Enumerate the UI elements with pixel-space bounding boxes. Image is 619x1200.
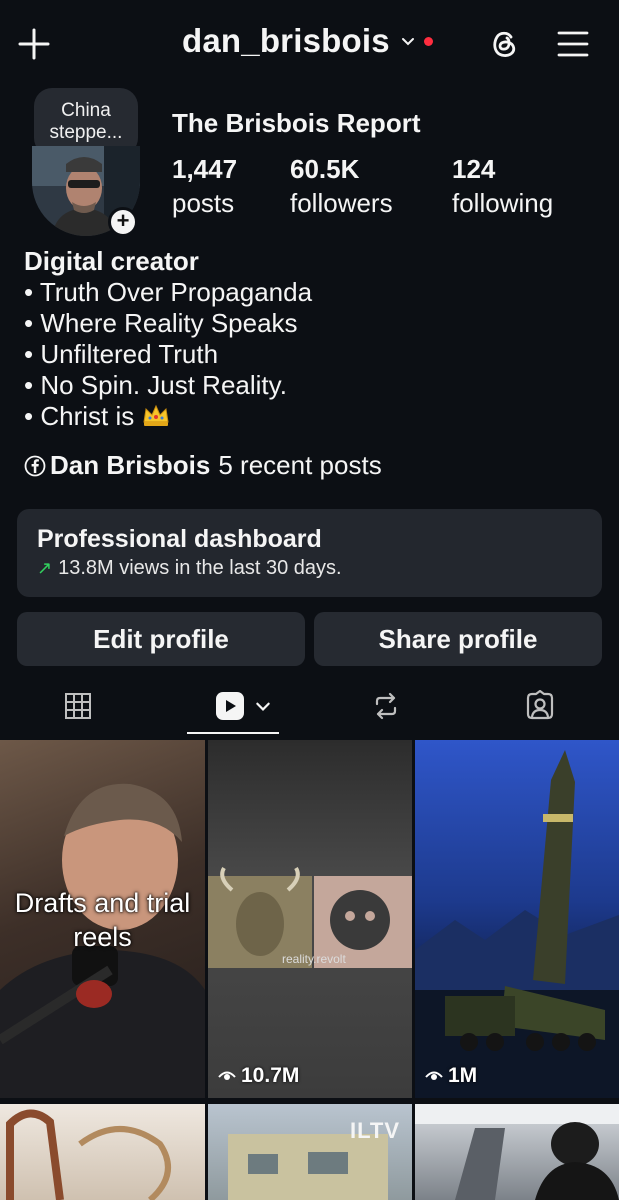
view-count-value: 10.7M <box>241 1064 300 1087</box>
tagged-icon <box>526 690 554 720</box>
facebook-link[interactable]: Dan Brisbois 5 recent posts <box>24 450 382 481</box>
bio-line: • Truth Over Propaganda <box>24 277 313 307</box>
reel-tile[interactable] <box>415 1104 619 1200</box>
stat-posts[interactable]: 1,447 posts <box>172 152 237 220</box>
reel-thumbnail <box>6 1109 171 1200</box>
stat-following-value: 124 <box>452 154 496 184</box>
reel-thumbnail <box>415 750 619 1098</box>
stat-following-label: following <box>452 188 554 218</box>
tab-grid[interactable] <box>50 684 106 728</box>
bio-line-last: • Christ is <box>24 401 312 432</box>
profile-username[interactable]: dan_brisbois <box>182 22 390 60</box>
reel-tile[interactable]: 1M <box>415 740 619 1098</box>
crown-emoji-icon <box>143 404 170 426</box>
notification-dot <box>423 36 433 46</box>
reel-tile[interactable] <box>0 1104 205 1200</box>
dashboard-subtitle-row: ↗ 13.8M views in the last 30 days. <box>37 555 582 581</box>
reels-icon <box>216 692 244 720</box>
drafts-tile[interactable]: Drafts and trial reels <box>0 740 205 1098</box>
reposts-icon <box>375 692 397 720</box>
tab-tagged[interactable] <box>512 684 568 728</box>
threads-icon[interactable] <box>486 26 522 62</box>
chevron-down-icon[interactable] <box>400 33 416 49</box>
bio-line: • No Spin. Just Reality. <box>24 370 287 400</box>
dashboard-subtitle: 13.8M views in the last 30 days. <box>58 557 342 579</box>
plus-icon[interactable] <box>16 26 52 62</box>
stat-posts-value: 1,447 <box>172 154 238 184</box>
account-switcher[interactable]: dan_brisbois <box>182 22 433 60</box>
iltv-logo: ILTV <box>349 1118 400 1143</box>
bio-line: • Unfiltered Truth <box>24 339 219 369</box>
edit-profile-button[interactable]: Edit profile <box>17 612 305 666</box>
professional-dashboard[interactable]: Professional dashboard ↗ 13.8M views in … <box>17 509 602 597</box>
views-eye-icon <box>218 1071 236 1080</box>
profile-tabs <box>0 676 619 736</box>
view-count: 1M <box>425 1064 477 1088</box>
facebook-recent-posts: 5 recent posts <box>218 450 382 480</box>
reel-tile[interactable]: reality.revolt 10.7M <box>208 740 412 1098</box>
chevron-down-icon <box>256 702 270 711</box>
profile-note-text: China steppe... <box>49 100 123 143</box>
stat-following[interactable]: 124 following <box>452 152 553 220</box>
drafts-label: Drafts and trial reels <box>14 888 191 952</box>
bio-line-text: • Christ is <box>24 401 135 431</box>
reel-watermark: reality.revolt <box>282 952 346 966</box>
dashboard-title: Professional dashboard <box>37 525 322 553</box>
facebook-name: Dan Brisbois <box>50 450 211 480</box>
share-profile-button[interactable]: Share profile <box>314 612 602 666</box>
stat-followers-value: 60.5K <box>290 154 360 184</box>
bio-category: Digital creator <box>24 246 199 276</box>
bio-line: • Where Reality Speaks <box>24 308 298 338</box>
tab-reposts[interactable] <box>358 684 414 728</box>
view-count: 10.7M <box>218 1064 299 1088</box>
add-story-button[interactable]: + <box>108 207 138 237</box>
stat-followers[interactable]: 60.5K followers <box>290 152 393 220</box>
grid-icon <box>65 693 91 719</box>
stat-posts-label: posts <box>172 188 235 218</box>
reel-thumbnail <box>208 866 412 968</box>
tab-reels[interactable] <box>205 684 281 728</box>
reel-thumbnail <box>415 1104 619 1200</box>
trend-up-icon: ↗ <box>37 558 53 578</box>
active-tab-indicator <box>187 732 279 734</box>
bio: Digital creator • Truth Over Propaganda … <box>24 246 312 432</box>
facebook-icon <box>24 455 46 476</box>
menu-icon[interactable] <box>556 28 590 60</box>
stat-followers-label: followers <box>290 188 393 218</box>
view-count-value: 1M <box>448 1064 478 1087</box>
display-name: The Brisbois Report <box>172 108 421 138</box>
views-eye-icon <box>425 1071 443 1080</box>
reel-tile[interactable]: ILTV <box>208 1104 412 1200</box>
top-bar: dan_brisbois <box>0 0 619 90</box>
